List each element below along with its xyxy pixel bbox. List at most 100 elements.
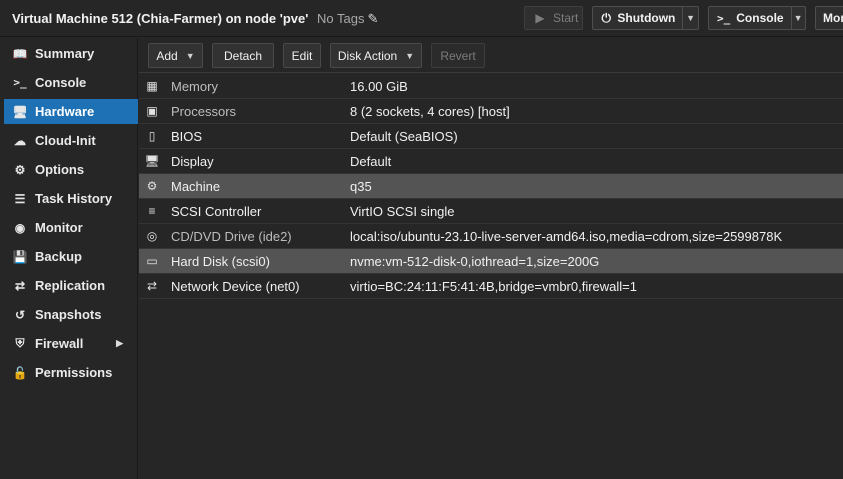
hardware-row-machine[interactable]: ⚙ Machine q35	[139, 174, 843, 199]
add-button[interactable]: Add ▼	[148, 43, 203, 68]
hardware-value: Default	[350, 153, 392, 169]
hardware-name: Display	[171, 153, 214, 169]
hardware-name: Memory	[171, 78, 218, 94]
sidebar-item-summary[interactable]: 📖 Summary	[4, 41, 138, 66]
sidebar-item-task-history[interactable]: ☰ Task History	[4, 186, 138, 211]
hardware-row-network[interactable]: ⇄ Network Device (net0) virtio=BC:24:11:…	[139, 274, 843, 299]
more-label: More	[823, 11, 843, 25]
start-button[interactable]: ▶ Start	[524, 6, 583, 30]
sidebar-item-label: Cloud-Init	[35, 133, 96, 148]
tags-area[interactable]: No Tags ✎	[317, 11, 378, 27]
retweet-icon: ⇄	[14, 278, 26, 293]
hardware-name: Network Device (net0)	[171, 278, 300, 294]
database-icon: ≡	[148, 204, 156, 218]
detach-label: Detach	[223, 48, 263, 63]
edit-label: Edit	[291, 48, 313, 63]
sidebar-item-hardware[interactable]: 🖥 Hardware	[4, 99, 138, 124]
sidebar-item-permissions[interactable]: 🔓 Permissions	[4, 360, 138, 385]
hardware-value: nvme:vm-512-disk-0,iothread=1,size=200G	[350, 253, 600, 269]
sidebar-item-label: Backup	[35, 249, 82, 264]
hardware-value: local:iso/ubuntu-23.10-live-server-amd64…	[350, 228, 783, 244]
memory-icon: ▦	[146, 79, 158, 93]
sidebar-item-backup[interactable]: 💾 Backup	[4, 244, 138, 269]
sidebar-item-label: Replication	[35, 278, 106, 293]
hardware-row-memory[interactable]: ▦ Memory 16.00 GiB	[139, 74, 843, 99]
edit-button[interactable]: Edit	[283, 43, 321, 68]
hardware-value: virtio=BC:24:11:F5:41:4B,bridge=vmbr0,fi…	[350, 278, 637, 294]
cdrom-icon: ◎	[146, 229, 158, 243]
detach-button[interactable]: Detach	[212, 43, 274, 68]
disk-action-button[interactable]: Disk Action ▼	[330, 43, 422, 68]
hardware-row-processors[interactable]: ▣ Processors 8 (2 sockets, 4 cores) [hos…	[139, 99, 843, 124]
sidebar-item-options[interactable]: ⚙ Options	[4, 157, 138, 182]
cogs-icon: ⚙	[146, 179, 158, 193]
chevron-right-icon[interactable]: ▶	[116, 338, 123, 349]
desktop-icon: 🖥	[144, 154, 160, 168]
hardware-name: Machine	[171, 178, 221, 194]
vm-title: Virtual Machine 512 (Chia-Farmer) on nod…	[12, 11, 309, 26]
hardware-row-display[interactable]: 🖥 Display Default	[139, 149, 843, 174]
hardware-name: CD/DVD Drive (ide2)	[171, 228, 292, 244]
console-label: Console	[736, 11, 784, 25]
exchange-icon: ⇄	[146, 279, 158, 293]
shutdown-label: Shutdown	[617, 11, 676, 25]
disk-action-label: Disk Action	[337, 48, 398, 63]
chevron-down-icon[interactable]: ▼	[683, 13, 698, 23]
history-icon: ↺	[14, 307, 26, 322]
sidebar-item-label: Task History	[35, 191, 113, 206]
floppy-icon: 💾	[12, 249, 28, 264]
add-label: Add	[156, 48, 178, 63]
book-icon: 📖	[12, 46, 28, 61]
more-button[interactable]: More	[815, 6, 843, 30]
chevron-down-icon[interactable]: ▼	[791, 13, 805, 23]
hardware-grid: ▦ Memory 16.00 GiB ▣ Processors 8 (2 soc…	[139, 74, 843, 479]
revert-button[interactable]: Revert	[431, 43, 485, 68]
sidebar: 📖 Summary >_ Console 🖥 Hardware ☁ Cloud-Init…	[0, 38, 138, 479]
chevron-down-icon: ▼	[405, 50, 415, 61]
sidebar-item-label: Console	[35, 75, 87, 90]
shield-icon: ⛨	[15, 336, 25, 350]
list-icon: ☰	[14, 191, 26, 206]
hardware-row-hard-disk[interactable]: ▭ Hard Disk (scsi0) nvme:vm-512-disk-0,i…	[139, 249, 843, 274]
terminal-icon: >_	[717, 11, 731, 25]
sidebar-item-label: Options	[35, 162, 85, 177]
hardware-value: 8 (2 sockets, 4 cores) [host]	[350, 103, 510, 119]
console-button[interactable]: >_ Console ▼	[708, 6, 806, 30]
hardware-toolbar: Add ▼ Detach Edit Disk Action ▼ Revert	[139, 38, 843, 73]
start-label: Start	[553, 11, 579, 25]
pencil-icon[interactable]: ✎	[367, 11, 378, 27]
tags-label: No Tags	[317, 11, 365, 26]
hardware-value: 16.00 GiB	[350, 78, 408, 94]
top-bar: Virtual Machine 512 (Chia-Farmer) on nod…	[0, 0, 843, 37]
hardware-value: q35	[350, 178, 372, 194]
hardware-row-bios[interactable]: ▯ BIOS Default (SeaBIOS)	[139, 124, 843, 149]
chevron-down-icon: ▼	[185, 50, 195, 61]
terminal-icon: >_	[13, 76, 27, 89]
sidebar-item-firewall[interactable]: ⛨ Firewall ▶	[4, 331, 138, 356]
cloud-icon: ☁	[14, 133, 26, 148]
hardware-value: Default (SeaBIOS)	[350, 128, 458, 144]
eye-icon: ◉	[14, 220, 26, 235]
sidebar-item-replication[interactable]: ⇄ Replication	[4, 273, 138, 298]
hardware-row-scsi-controller[interactable]: ≡ SCSI Controller VirtIO SCSI single	[139, 199, 843, 224]
hardware-name: Hard Disk (scsi0)	[171, 253, 270, 269]
shutdown-button[interactable]: ⏻ Shutdown ▼	[592, 6, 699, 30]
power-icon: ⏻	[601, 10, 611, 25]
sidebar-item-label: Summary	[35, 46, 95, 61]
hardware-name: SCSI Controller	[171, 203, 262, 219]
hardware-row-cdrom[interactable]: ◎ CD/DVD Drive (ide2) local:iso/ubuntu-2…	[139, 224, 843, 249]
sidebar-item-label: Monitor	[35, 220, 83, 235]
sidebar-item-console[interactable]: >_ Console	[4, 70, 138, 95]
hdd-icon: ▭	[146, 254, 158, 268]
hardware-name: BIOS	[171, 128, 203, 144]
sidebar-item-label: Hardware	[35, 104, 95, 119]
sidebar-item-label: Permissions	[35, 365, 113, 380]
play-icon: ▶	[535, 11, 545, 25]
sidebar-item-snapshots[interactable]: ↺ Snapshots	[4, 302, 138, 327]
cpu-icon: ▣	[146, 104, 158, 118]
sidebar-item-cloud-init[interactable]: ☁ Cloud-Init	[4, 128, 138, 153]
sidebar-item-monitor[interactable]: ◉ Monitor	[4, 215, 138, 240]
sidebar-item-label: Snapshots	[35, 307, 102, 322]
hardware-value: VirtIO SCSI single	[350, 203, 455, 219]
unlock-icon: 🔓	[12, 365, 28, 380]
